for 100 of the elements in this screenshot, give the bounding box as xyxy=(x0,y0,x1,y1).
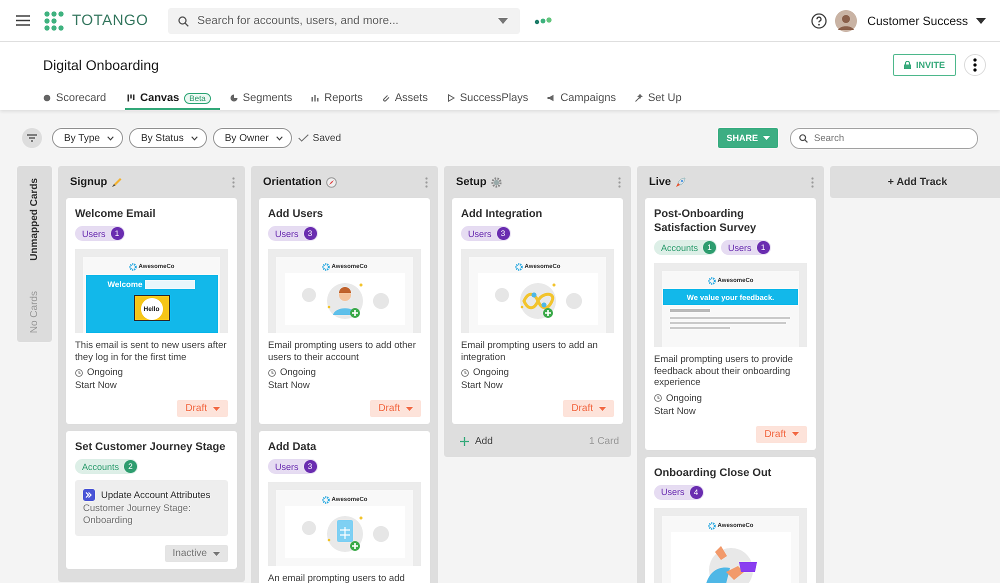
tab[interactable]: Reports xyxy=(311,88,372,110)
menu-icon[interactable] xyxy=(16,15,30,26)
compass-icon xyxy=(326,176,337,188)
beta-badge: Beta xyxy=(184,92,211,104)
card-title: Add Users xyxy=(268,207,324,221)
tab[interactable]: Scorecard xyxy=(43,88,116,110)
tag-label: Accounts xyxy=(82,462,120,472)
logo-icon xyxy=(44,10,64,30)
filter-dropdown[interactable]: By Status xyxy=(128,128,207,148)
name-field xyxy=(145,280,196,289)
caret-icon xyxy=(406,406,413,410)
tab[interactable]: SuccessPlays xyxy=(446,88,538,110)
chevron-icon xyxy=(106,136,114,140)
gear-icon xyxy=(490,176,502,188)
rocket-icon xyxy=(675,176,686,188)
more-icon xyxy=(973,58,977,72)
card-description: Email prompting users to provide feedback about their onboarding experience xyxy=(654,354,794,388)
filter-icon xyxy=(27,134,37,142)
search-icon xyxy=(178,16,190,26)
tab-icon xyxy=(382,94,390,102)
schedule-text: Ongoing xyxy=(666,392,702,404)
caret-icon xyxy=(213,552,220,556)
track-title: Live xyxy=(649,176,672,188)
card-title: Post-Onboarding Satisfaction Survey xyxy=(654,207,758,235)
tab-icon xyxy=(43,94,51,102)
tag-label: Users xyxy=(275,462,299,472)
caret-icon xyxy=(599,406,606,410)
clock-icon xyxy=(654,394,662,402)
filter-dropdown[interactable]: By Owner xyxy=(212,128,292,148)
track-title: Orientation xyxy=(263,176,322,188)
filter-dropdown[interactable]: By Type xyxy=(52,128,123,148)
tab-icon xyxy=(311,94,320,102)
saved-status: Saved xyxy=(312,132,342,144)
gear-logo-icon xyxy=(708,522,716,530)
gear-logo-icon xyxy=(322,263,330,271)
campaign-card[interactable]: Set Customer Journey Stage Accounts 2 Update Account Attributes Customer Journey Stage: Onboarding Inactive xyxy=(66,431,237,569)
card-description: Email prompting users to add an integration xyxy=(461,340,599,363)
count-badge: 3 xyxy=(304,460,317,473)
more-button[interactable] xyxy=(964,54,986,76)
add-track-button[interactable]: + Add Track xyxy=(830,166,1000,198)
count-badge: 3 xyxy=(496,227,510,240)
clock-icon xyxy=(461,368,469,376)
tab-icon xyxy=(127,94,136,102)
count-badge: 1 xyxy=(703,241,716,254)
card-title: Add Data xyxy=(268,440,318,454)
plus-icon xyxy=(460,437,469,446)
tab[interactable]: Assets xyxy=(382,88,437,110)
tag-label: Users xyxy=(728,242,752,252)
tag-label: Accounts xyxy=(661,242,698,252)
caret-icon xyxy=(213,406,220,410)
search-field[interactable]: Search xyxy=(790,128,978,148)
tag-label: Users xyxy=(661,487,685,497)
card-title: Welcome Email xyxy=(75,207,156,221)
schedule-text: Ongoing xyxy=(87,367,123,378)
start-text: Start Now xyxy=(75,380,118,391)
search-field[interactable]: Search for accounts, users, and more... xyxy=(168,8,520,34)
tag-label: Users xyxy=(275,228,299,238)
tab[interactable]: Campaigns xyxy=(547,88,625,110)
tab-icon xyxy=(230,94,238,102)
gear-logo-icon xyxy=(514,263,523,271)
tag-label: Users xyxy=(468,228,492,238)
pencil-hand-icon xyxy=(111,176,122,188)
tab-icon xyxy=(547,94,556,102)
fast-forward-icon xyxy=(83,489,95,501)
help-icon[interactable] xyxy=(811,12,828,28)
start-text: Start Now xyxy=(268,380,311,391)
chevron-icon xyxy=(276,136,283,140)
card-title: Add Integration xyxy=(461,207,544,221)
count-badge: 2 xyxy=(124,460,138,473)
chevron-icon xyxy=(190,136,198,140)
start-text: Start Now xyxy=(654,406,697,416)
user-name[interactable]: Customer Success xyxy=(867,14,968,28)
track-title: Setup xyxy=(456,176,487,188)
page-title: Digital Onboarding xyxy=(43,57,159,73)
tab[interactable]: Set Up xyxy=(634,88,691,110)
add-card-button[interactable]: Add xyxy=(456,436,497,447)
card-title: Onboarding Close Out xyxy=(654,466,772,480)
action-title: Update Account Attributes xyxy=(101,490,210,500)
schedule-text: Ongoing xyxy=(473,367,509,378)
tab[interactable]: Segments xyxy=(230,88,302,110)
count-badge: 1 xyxy=(110,227,124,240)
empty-label: No Cards xyxy=(29,290,40,334)
check-icon xyxy=(298,134,309,142)
tab-icon xyxy=(446,94,455,102)
track-title: Signup xyxy=(70,176,108,188)
filter-button[interactable] xyxy=(22,128,42,148)
action-detail: Customer Journey Stage: Onboarding xyxy=(83,503,192,527)
count-badge: 3 xyxy=(304,227,317,240)
tab-icon xyxy=(634,94,643,102)
card-description: An email prompting users to add xyxy=(268,573,406,583)
avatar-icon[interactable] xyxy=(835,10,858,32)
gear-logo-icon xyxy=(128,263,137,271)
count-badge: 4 xyxy=(690,486,703,498)
card-description: This email is sent to new users after they log in for the first time xyxy=(75,340,228,363)
count-badge: 1 xyxy=(756,241,770,254)
unmapped-panel[interactable]: Unmapped Cards No Cards xyxy=(17,166,52,342)
caret-icon[interactable] xyxy=(976,18,986,24)
lock-icon xyxy=(904,61,911,69)
card-title: Set Customer Journey Stage xyxy=(75,440,226,454)
tab[interactable]: Canvas Beta xyxy=(125,88,220,110)
